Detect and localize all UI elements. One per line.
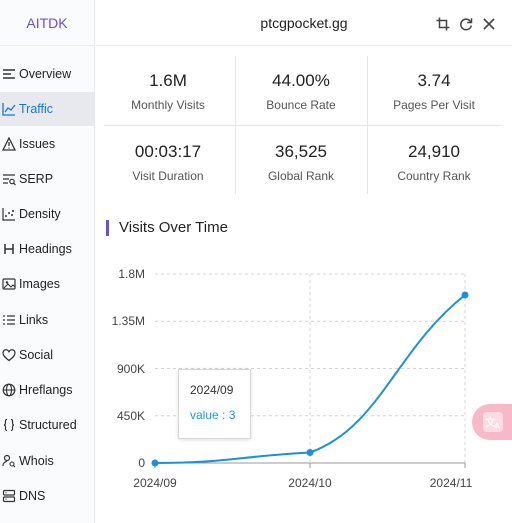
y-tick-label: 1.35M (111, 314, 145, 329)
sidebar-item-label: Social (19, 348, 54, 362)
heading-icon (1, 241, 17, 257)
sidebar-item-traffic[interactable]: Traffic (0, 92, 94, 126)
y-tick-label: 0 (138, 456, 145, 470)
density-icon (1, 206, 17, 222)
stat-value: 3.74 (417, 71, 451, 90)
tooltip-date: 2024/09 (190, 383, 234, 397)
y-tick-label: 450K (116, 408, 145, 423)
sidebar-item-dns[interactable]: DNS (0, 479, 94, 513)
braces-icon (1, 417, 17, 433)
refresh-icon[interactable] (459, 17, 473, 31)
close-icon[interactable] (482, 17, 496, 31)
stat-visit-duration: 00:03:17 Visit Duration (103, 142, 233, 183)
list-icon (1, 66, 17, 82)
stat-pages-per-visit: 3.74 Pages Per Visit (369, 71, 499, 112)
divider (104, 125, 502, 126)
sidebar-item-social[interactable]: Social (0, 338, 94, 372)
user-search-icon (1, 453, 17, 469)
sidebar-item-density[interactable]: Density (0, 197, 94, 231)
translate-button[interactable]: 文 A (472, 404, 512, 440)
stat-value: 1.6M (149, 71, 187, 90)
stat-value: 44.00% (272, 71, 330, 90)
y-tick-label: 900K (116, 361, 145, 376)
sidebar-item-label: Links (19, 313, 49, 327)
sidebar-item-label: Headings (19, 242, 72, 256)
sidebar-item-label: Hreflangs (19, 383, 73, 397)
crop-icon[interactable] (436, 17, 450, 31)
sidebar-item-label: SERP (19, 172, 54, 186)
heart-icon (1, 347, 17, 363)
y-tick-label: 1.8M (118, 267, 145, 281)
stat-label: Country Rank (397, 169, 471, 183)
x-tick-label: 2024/09 (133, 476, 177, 490)
sidebar-item-label: Density (19, 207, 61, 221)
svg-text:A: A (494, 422, 501, 432)
sidebar-item-serp[interactable]: SERP (0, 162, 94, 196)
tooltip-value: value : 3 (190, 408, 236, 422)
x-tick-label: 2024/11 (429, 476, 473, 490)
sidebar-item-headings[interactable]: Headings (0, 232, 94, 266)
page-title: ptcgpocket.gg (260, 14, 348, 31)
stat-value: 00:03:17 (134, 142, 202, 161)
sidebar-item-images[interactable]: Images (0, 267, 94, 301)
data-point (461, 291, 469, 299)
warning-icon (1, 136, 17, 152)
brand-logo[interactable]: AITDK (0, 0, 94, 46)
globe-icon (1, 382, 17, 398)
sidebar-item-label: DNS (19, 489, 46, 503)
sidebar-item-whois[interactable]: Whois (0, 444, 94, 478)
stat-label: Global Rank (267, 169, 335, 183)
x-tick-label: 2024/10 (288, 476, 332, 490)
stat-label: Bounce Rate (266, 98, 336, 112)
stat-label: Pages Per Visit (393, 98, 475, 112)
sidebar-item-label: Traffic (19, 102, 54, 116)
sidebar-item-links[interactable]: Links (0, 303, 94, 337)
sidebar-item-label: Structured (19, 418, 77, 432)
sidebar-item-label: Images (19, 277, 60, 291)
stat-value: 24,910 (408, 142, 460, 161)
sidebar-item-issues[interactable]: Issues (0, 127, 94, 161)
sidebar-item-overview[interactable]: Overview (0, 57, 94, 91)
stat-country-rank: 24,910 Country Rank (369, 142, 499, 183)
translate-icon: 文 A (483, 412, 503, 432)
stat-bounce-rate: 44.00% Bounce Rate (236, 71, 366, 112)
data-point (306, 449, 314, 456)
sidebar-item-label: Whois (19, 454, 54, 468)
sidebar-item-label: Overview (19, 67, 72, 81)
image-icon (1, 276, 17, 292)
links-icon (1, 312, 17, 328)
server-icon (1, 488, 17, 504)
trend-icon (1, 101, 17, 117)
stat-label: Monthly Visits (131, 98, 205, 112)
section-title: Visits Over Time (106, 220, 228, 236)
sidebar-item-label: Issues (19, 137, 56, 151)
stat-label: Visit Duration (132, 169, 204, 183)
stat-global-rank: 36,525 Global Rank (236, 142, 366, 183)
stat-monthly-visits: 1.6M Monthly Visits (103, 71, 233, 112)
serp-icon (1, 171, 17, 187)
data-point (151, 459, 159, 467)
sidebar-item-structured[interactable]: Structured (0, 408, 94, 442)
stat-value: 36,525 (275, 142, 327, 161)
sidebar-item-hreflangs[interactable]: Hreflangs (0, 373, 94, 407)
chart-tooltip: 2024/09 value : 3 (178, 369, 251, 439)
